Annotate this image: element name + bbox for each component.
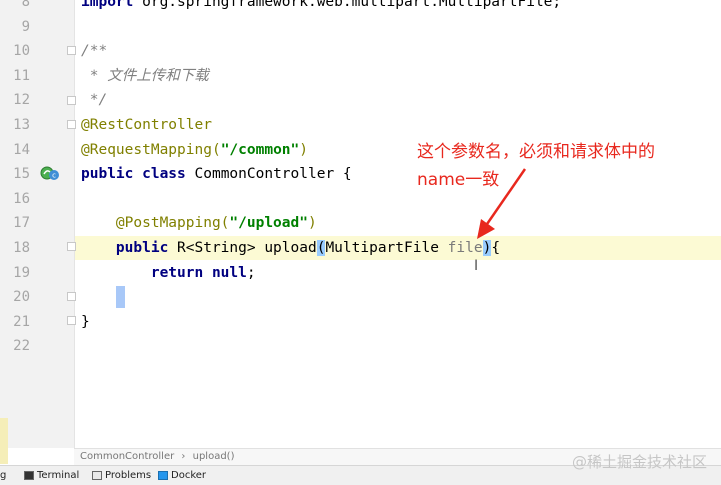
code-token: /**	[81, 43, 108, 59]
code-token: MultipartFile	[325, 240, 448, 256]
terminal-tool-button[interactable]: Terminal	[24, 468, 79, 483]
code-token: return null	[81, 265, 247, 281]
code-editor[interactable]: 8 9 10 11 12 13 14 15 16 17 18 19 20 21 22 import org.…	[0, 0, 721, 448]
line-number: 10	[13, 43, 30, 59]
breadcrumb-class[interactable]: CommonController	[80, 451, 174, 462]
line-number: 12	[13, 92, 30, 108]
code-line[interactable]: import org.springframework.web.multipart…	[81, 0, 561, 14]
code-line[interactable]: }	[81, 310, 90, 334]
line-number: 17	[13, 215, 30, 231]
code-token: public class	[81, 166, 195, 182]
code-line[interactable]: return null;	[81, 261, 256, 285]
fold-marker[interactable]	[67, 316, 76, 325]
spring-bean-icon[interactable]: c	[40, 165, 60, 181]
watermark: @稀土掘金技术社区	[571, 453, 707, 471]
brace-match-highlight	[116, 286, 125, 308]
breadcrumb-method[interactable]: upload()	[193, 451, 235, 462]
annotation-line-2: name一致	[417, 170, 500, 190]
fold-marker[interactable]	[67, 120, 76, 129]
problems-label: Problems	[105, 470, 152, 481]
terminal-icon	[24, 471, 34, 480]
code-token: )	[307, 215, 317, 231]
code-line[interactable]: public R<String> upload(MultipartFile fi…	[81, 236, 500, 260]
code-line[interactable]: * 文件上传和下载	[81, 64, 209, 88]
line-number: 22	[13, 338, 30, 354]
code-token: import	[81, 0, 143, 10]
code-token: "/upload"	[229, 215, 308, 231]
docker-tool-button[interactable]: Docker	[158, 468, 206, 483]
annotation-note: 这个参数名，必须和请求体中的 name一致	[417, 138, 655, 194]
docker-icon	[158, 471, 168, 480]
line-number: 14	[13, 142, 30, 158]
problems-tool-button[interactable]: Problems	[92, 468, 151, 483]
line-number: 21	[13, 314, 30, 330]
line-number-gutter: 8 9 10 11 12 13 14 15 16 17 18 19 20 21 22	[0, 0, 75, 448]
code-token: @PostMapping(	[81, 215, 230, 231]
line-number: 11	[13, 68, 30, 84]
line-number: 16	[13, 191, 30, 207]
code-token: @RestController	[81, 117, 212, 133]
svg-text:c: c	[52, 172, 56, 180]
code-token: @RequestMapping(	[81, 142, 221, 158]
annotation-arrow-icon	[477, 168, 527, 239]
line-number: 8	[21, 0, 30, 10]
code-line[interactable]: public class CommonController {	[81, 162, 352, 186]
line-number: 9	[21, 19, 30, 35]
problems-icon	[92, 471, 102, 480]
line-number: 15	[13, 166, 30, 182]
code-token: public	[81, 240, 178, 256]
code-token: CommonController {	[194, 166, 352, 182]
code-line[interactable]: @RequestMapping("/common")	[81, 138, 308, 162]
breadcrumb-separator: ›	[181, 451, 186, 462]
code-token: ;	[246, 265, 256, 281]
code-line[interactable]: @RestController	[81, 113, 212, 137]
line-number: 19	[13, 265, 30, 281]
docker-label: Docker	[171, 470, 207, 481]
code-line[interactable]: */	[81, 88, 107, 112]
fold-marker[interactable]	[67, 96, 76, 105]
line-number: 20	[13, 289, 30, 305]
fold-marker[interactable]	[67, 242, 76, 251]
code-token: */	[81, 92, 108, 108]
line-number: 18	[13, 240, 30, 256]
fold-marker[interactable]	[67, 46, 76, 55]
tool-partial-left[interactable]: g	[0, 468, 6, 483]
code-token: org.springframework.web.multipart.Multip…	[142, 0, 562, 10]
line-number: 13	[13, 117, 30, 133]
code-token: R<String> upload	[177, 240, 317, 256]
text-cursor-icon: I	[474, 258, 479, 274]
code-token: "/common"	[220, 142, 300, 158]
code-line[interactable]: /**	[81, 39, 107, 63]
code-token: )	[299, 142, 308, 158]
fold-marker[interactable]	[67, 292, 76, 301]
code-line[interactable]: @PostMapping("/upload")	[81, 211, 317, 235]
annotation-line-1: 这个参数名，必须和请求体中的	[417, 142, 655, 162]
code-token: * 文件上传和下载	[81, 68, 209, 84]
terminal-label: Terminal	[37, 470, 80, 481]
code-token: }	[81, 314, 90, 330]
left-edge-strip	[0, 418, 8, 464]
